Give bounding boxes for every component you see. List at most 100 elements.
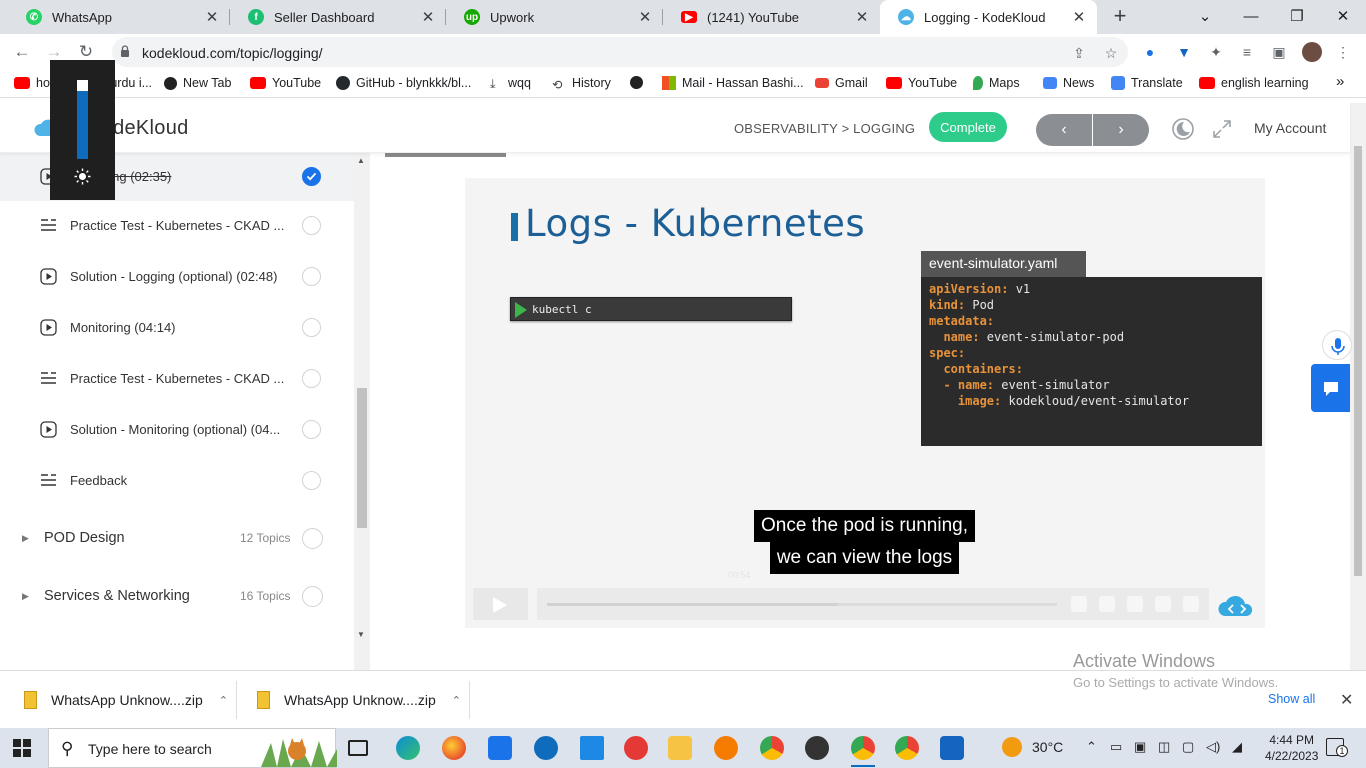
- taskbar-clock[interactable]: 4:44 PM 4/22/2023: [1265, 732, 1318, 764]
- taskbar-search-box[interactable]: ⚲ Type here to search: [48, 728, 337, 768]
- device-icon[interactable]: ◫: [1158, 739, 1170, 755]
- lesson-complete-check[interactable]: [302, 419, 321, 439]
- lesson-complete-check[interactable]: [302, 368, 321, 388]
- chrome-profile-icon[interactable]: [895, 736, 919, 760]
- bookmark-item[interactable]: [630, 76, 649, 89]
- download-item[interactable]: WhatsApp Unknow....zip ⌃: [24, 671, 228, 729]
- tab-upwork[interactable]: up Upwork ✕: [446, 0, 663, 34]
- address-bar[interactable]: kodekloud.com/topic/logging/ ⇪ ☆: [112, 37, 1128, 67]
- battery-icon[interactable]: ▭: [1110, 739, 1122, 755]
- video-player[interactable]: Logs - Kubernetes kubectl c event-simula…: [465, 178, 1265, 628]
- my-account-link[interactable]: My Account: [1254, 120, 1326, 136]
- close-icon[interactable]: ✕: [420, 8, 436, 26]
- lesson-item[interactable]: Solution - Monitoring (optional) (04...: [0, 404, 354, 454]
- bookmark-item[interactable]: ⟲ History: [552, 76, 611, 92]
- new-tab-button[interactable]: +: [1110, 5, 1130, 27]
- minimize-button[interactable]: —: [1228, 0, 1274, 32]
- menu-kebab-icon[interactable]: ⋮: [1334, 43, 1352, 61]
- lesson-complete-check[interactable]: [302, 166, 321, 186]
- bookmark-item[interactable]: Maps: [973, 76, 1020, 90]
- lesson-item[interactable]: Practice Test - Kubernetes - CKAD ...: [0, 200, 354, 250]
- windows-start-icon[interactable]: [13, 739, 31, 757]
- firefox-icon[interactable]: [442, 736, 466, 760]
- bookmark-star-icon[interactable]: ☆: [1102, 44, 1120, 62]
- scroll-down-arrow-icon[interactable]: ▼: [357, 630, 365, 639]
- window-close-button[interactable]: ✕: [1320, 0, 1366, 32]
- close-icon[interactable]: ✕: [854, 8, 870, 26]
- settings-app-icon[interactable]: [714, 736, 738, 760]
- close-icon[interactable]: ✕: [1071, 8, 1087, 26]
- bookmark-item[interactable]: YouTube: [250, 76, 321, 90]
- lesson-item[interactable]: Feedback: [0, 455, 354, 505]
- page-scrollbar[interactable]: [1350, 103, 1366, 670]
- captions-icon[interactable]: [1099, 596, 1115, 612]
- section-pod-design[interactable]: ▶ POD Design 12 Topics: [0, 510, 354, 566]
- scroll-up-arrow-icon[interactable]: ▲: [357, 156, 365, 165]
- lesson-complete-check[interactable]: [302, 266, 321, 286]
- profile-avatar[interactable]: [1302, 42, 1322, 62]
- lesson-complete-check[interactable]: [302, 470, 321, 490]
- close-icon[interactable]: ✕: [637, 8, 653, 26]
- tab-youtube[interactable]: ▶ (1241) YouTube ✕: [663, 0, 880, 34]
- section-complete-check[interactable]: [302, 585, 323, 607]
- back-icon[interactable]: ←: [10, 40, 34, 64]
- bookmark-item[interactable]: english learning: [1199, 76, 1309, 90]
- photos-icon[interactable]: [940, 736, 964, 760]
- skype-icon[interactable]: [534, 736, 558, 760]
- chrome-icon[interactable]: [760, 736, 784, 760]
- sidebar-scrollbar[interactable]: ▲ ▼: [354, 153, 370, 670]
- volume-icon[interactable]: [1071, 596, 1087, 612]
- bookmark-item[interactable]: News: [1043, 76, 1094, 90]
- side-panel-icon[interactable]: ▣: [1270, 43, 1288, 61]
- chrome-profile-icon[interactable]: [851, 736, 875, 760]
- bookmark-item[interactable]: Gmail: [815, 76, 868, 90]
- lesson-item[interactable]: Practice Test - Kubernetes - CKAD ...: [0, 353, 354, 403]
- dark-mode-icon[interactable]: [1171, 117, 1195, 141]
- mail-icon[interactable]: [580, 736, 604, 760]
- show-hidden-icons-chevron[interactable]: ⌃: [1086, 739, 1097, 755]
- expand-icon[interactable]: [1212, 119, 1232, 139]
- next-lesson-button[interactable]: ›: [1093, 114, 1149, 146]
- show-all-downloads-link[interactable]: Show all: [1268, 692, 1315, 706]
- close-icon[interactable]: ✕: [204, 8, 220, 26]
- obs-icon[interactable]: [805, 736, 829, 760]
- wifi-icon[interactable]: ◢: [1232, 739, 1242, 755]
- section-complete-check[interactable]: [302, 527, 323, 549]
- video-progress-bar[interactable]: [547, 603, 1057, 606]
- bookmark-item[interactable]: GitHub - blynkkk/bl...: [336, 76, 471, 90]
- tab-kodekloud[interactable]: ☁ Logging - KodeKloud ✕: [880, 0, 1097, 34]
- voice-assistant-widget[interactable]: [1322, 330, 1352, 360]
- brightness-slider[interactable]: [77, 80, 88, 159]
- file-explorer-icon[interactable]: [668, 736, 692, 760]
- picture-in-picture-icon[interactable]: [1155, 596, 1171, 612]
- bookmark-item[interactable]: YouTube: [886, 76, 957, 90]
- lesson-item[interactable]: Monitoring (04:14): [0, 302, 354, 352]
- play-button[interactable]: [473, 588, 528, 620]
- download-extension-icon[interactable]: ▼: [1175, 43, 1193, 61]
- settings-gear-icon[interactable]: [1127, 596, 1143, 612]
- more-bookmarks-button[interactable]: »: [1336, 73, 1344, 90]
- section-services-networking[interactable]: ▶ Services & Networking 16 Topics: [0, 568, 354, 624]
- chevron-up-icon[interactable]: ⌃: [452, 694, 461, 707]
- edge-browser-icon[interactable]: [396, 736, 420, 760]
- brightness-slider-knob[interactable]: [77, 80, 88, 91]
- sidebar-scroll-thumb[interactable]: [357, 388, 367, 528]
- media-control-icon[interactable]: ≡: [1238, 43, 1256, 61]
- bookmark-item[interactable]: New Tab: [164, 76, 231, 90]
- tab-search-icon[interactable]: ⌄: [1182, 0, 1228, 32]
- restore-button[interactable]: ❐: [1274, 0, 1320, 32]
- bookmark-item[interactable]: ⤓ wqq: [490, 76, 531, 91]
- close-downloads-bar-button[interactable]: ✕: [1340, 690, 1353, 710]
- task-view-icon[interactable]: [348, 740, 368, 756]
- download-item[interactable]: WhatsApp Unknow....zip ⌃: [257, 671, 461, 729]
- extensions-puzzle-icon[interactable]: ✦: [1207, 43, 1225, 61]
- lesson-complete-check[interactable]: [302, 215, 321, 235]
- lesson-complete-check[interactable]: [302, 317, 321, 337]
- fullscreen-icon[interactable]: [1183, 596, 1199, 612]
- microsoft-store-icon[interactable]: [488, 736, 512, 760]
- volume-speaker-icon[interactable]: ◁): [1206, 739, 1220, 755]
- page-scroll-thumb[interactable]: [1354, 146, 1362, 576]
- notification-center-icon[interactable]: 1: [1326, 738, 1348, 757]
- chevron-up-icon[interactable]: ⌃: [219, 694, 228, 707]
- voice-extension-icon[interactable]: ●: [1141, 43, 1159, 61]
